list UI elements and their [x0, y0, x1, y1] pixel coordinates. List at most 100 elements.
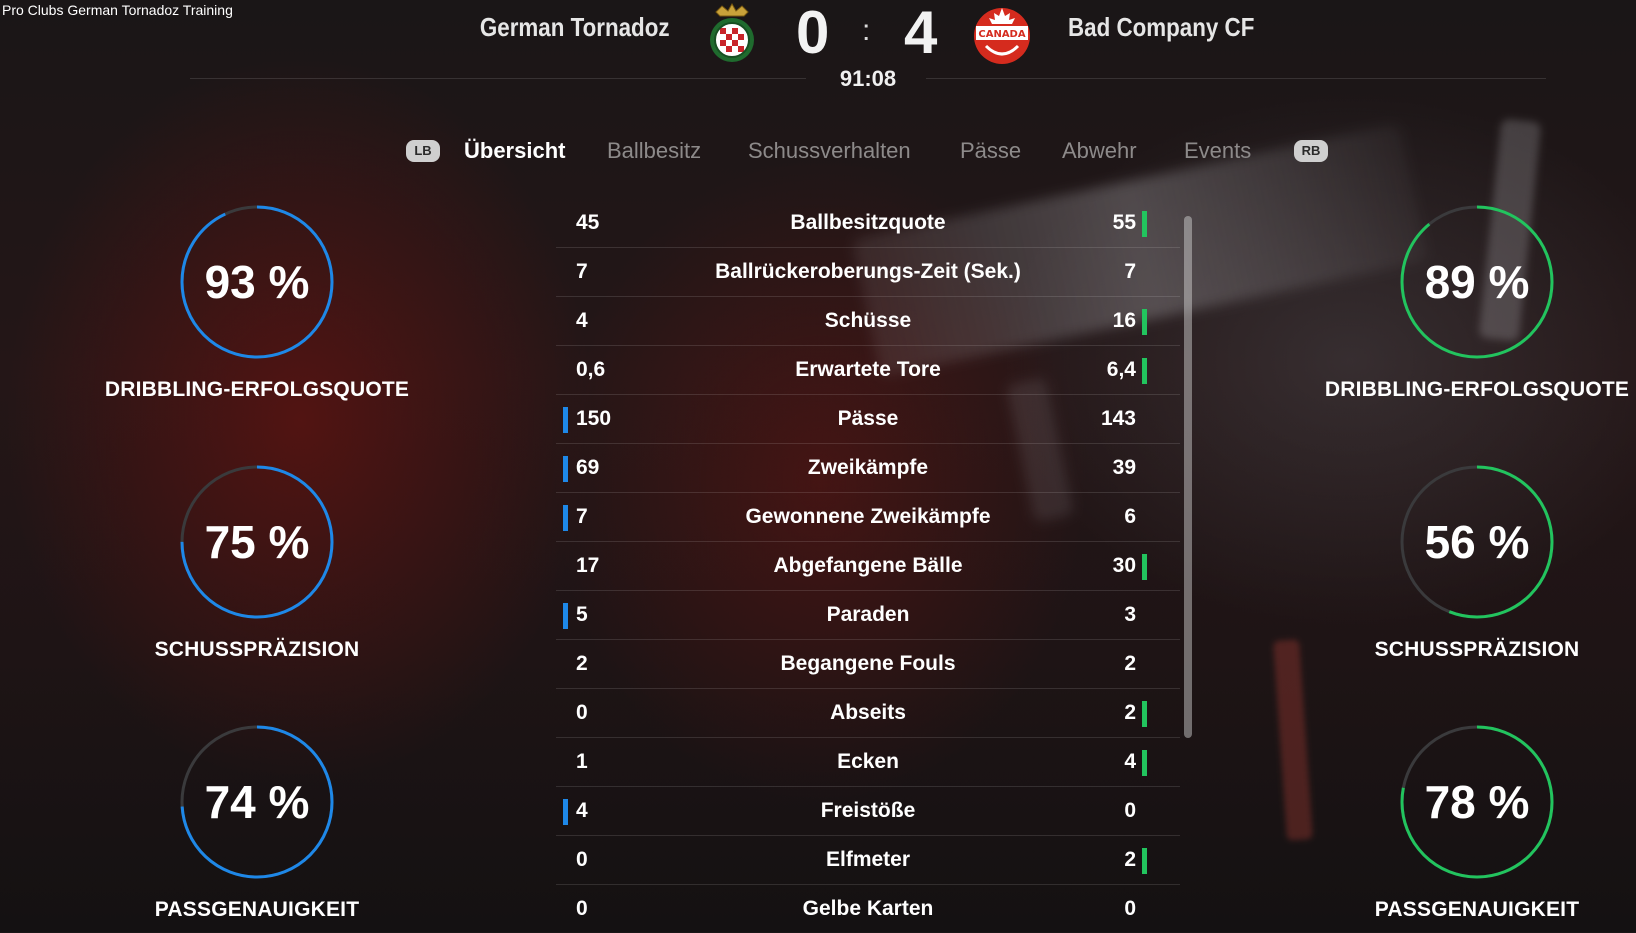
tab-paesse[interactable]: Pässe	[960, 138, 1021, 164]
match-clock: 91:08	[839, 66, 897, 91]
stat-away-value: 143	[1100, 407, 1136, 430]
home-leader-marker	[563, 407, 568, 433]
stat-label: Abseits	[830, 701, 906, 724]
home-shot-accuracy-value: 75 %	[204, 516, 310, 568]
stat-label: Ballrückeroberungs-Zeit (Sek.)	[715, 260, 1021, 283]
stat-label: Pässe	[837, 407, 899, 430]
away-leader-marker	[1142, 554, 1147, 580]
window-title: Pro Clubs German Tornadoz Training	[2, 2, 233, 18]
stat-row-gewonnene-zweikaempfe: 7 Gewonnene Zweikämpfe 6	[556, 493, 1180, 542]
away-team-name: Bad Company CF	[1068, 12, 1255, 42]
away-leader-marker	[1142, 211, 1147, 237]
tab-schussverhalten[interactable]: Schussverhalten	[748, 138, 911, 164]
away-pass-accuracy-value: 78 %	[1424, 776, 1530, 828]
away-pass-accuracy-stat: 78 % PASSGENAUIGKEIT	[1297, 722, 1636, 922]
stat-away-value: 4	[1124, 750, 1136, 773]
away-dribbling-stat: 89 % DRIBBLING-ERFOLGSQUOTE	[1297, 202, 1636, 402]
stat-row-ecken: 1 Ecken 4	[556, 738, 1180, 787]
home-team-name: German Tornadoz	[480, 12, 670, 42]
away-score: 4	[904, 0, 938, 66]
home-dribbling-label: DRIBBLING-ERFOLGSQUOTE	[104, 378, 410, 401]
stats-scrollbar[interactable]	[1184, 216, 1192, 738]
home-pass-accuracy-value: 74 %	[204, 776, 310, 828]
stat-row-zweikaempfe: 69 Zweikämpfe 39	[556, 444, 1180, 493]
stat-row-abgefangene-baelle: 17 Abgefangene Bälle 30	[556, 542, 1180, 591]
away-dribbling-value: 89 %	[1424, 256, 1530, 308]
tab-ballbesitz[interactable]: Ballbesitz	[607, 138, 701, 164]
stat-home-value: 17	[576, 554, 600, 577]
away-shot-accuracy-label: SCHUSSPRÄZISION	[1374, 638, 1580, 661]
stat-label: Gelbe Karten	[802, 897, 934, 920]
stat-row-freistoesse: 4 Freistöße 0	[556, 787, 1180, 836]
stat-home-value: 0	[576, 897, 588, 920]
tab-abwehr[interactable]: Abwehr	[1062, 138, 1137, 164]
stat-label: Ecken	[837, 750, 899, 773]
away-team-crest: CANADA	[974, 8, 1030, 64]
stat-away-value: 30	[1112, 554, 1136, 577]
stat-home-value: 7	[576, 505, 588, 528]
match-stats-list[interactable]: 45 Ballbesitzquote 55 7 Ballrückeroberungs-…	[556, 199, 1180, 933]
lb-button-icon[interactable]: LB	[406, 140, 440, 162]
home-leader-marker	[563, 799, 568, 825]
stat-away-value: 6,4	[1106, 358, 1136, 381]
score-separator: :	[862, 14, 871, 47]
stat-home-value: 45	[576, 211, 600, 234]
stat-away-value: 2	[1124, 701, 1136, 724]
stat-label: Gewonnene Zweikämpfe	[745, 505, 991, 528]
stat-row-erwartete-tore: 0,6 Erwartete Tore 6,4	[556, 346, 1180, 395]
stat-label: Paraden	[826, 603, 910, 626]
stat-home-value: 1	[576, 750, 588, 773]
stat-home-value: 0	[576, 701, 588, 724]
stat-label: Zweikämpfe	[807, 456, 929, 479]
home-score: 0	[796, 0, 830, 66]
stat-row-paesse: 150 Pässe 143	[556, 395, 1180, 444]
home-dribbling-stat: 93 % DRIBBLING-ERFOLGSQUOTE	[77, 202, 437, 402]
header-divider-right	[926, 78, 1546, 79]
stat-home-value: 4	[576, 799, 588, 822]
away-leader-marker	[1142, 701, 1147, 727]
stat-row-schuesse: 4 Schüsse 16	[556, 297, 1180, 346]
stat-home-value: 7	[576, 260, 588, 283]
stat-label: Freistöße	[820, 799, 916, 822]
tab-uebersicht[interactable]: Übersicht	[464, 138, 565, 164]
home-shot-accuracy-stat: 75 % SCHUSSPRÄZISION	[77, 462, 437, 662]
stat-away-value: 2	[1124, 652, 1136, 675]
stat-home-value: 0	[576, 848, 588, 871]
home-pass-accuracy-label: PASSGENAUIGKEIT	[154, 898, 360, 921]
stat-away-value: 16	[1112, 309, 1136, 332]
stats-tab-bar: LB Übersicht Ballbesitz Schussverhalten …	[0, 132, 1636, 172]
stat-home-value: 69	[576, 456, 600, 479]
stat-home-value: 2	[576, 652, 588, 675]
stat-label: Begangene Fouls	[780, 652, 956, 675]
tab-events[interactable]: Events	[1184, 138, 1251, 164]
stat-label: Erwartete Tore	[795, 358, 941, 381]
stat-away-value: 3	[1124, 603, 1136, 626]
rb-button-icon[interactable]: RB	[1294, 140, 1328, 162]
away-leader-marker	[1142, 309, 1147, 335]
stat-home-value: 150	[576, 407, 612, 430]
stat-label: Ballbesitzquote	[790, 211, 946, 234]
stat-away-value: 6	[1124, 505, 1136, 528]
away-leader-marker	[1142, 848, 1147, 874]
away-crest-text: CANADA	[978, 29, 1025, 40]
stat-row-begangene-fouls: 2 Begangene Fouls 2	[556, 640, 1180, 689]
away-pass-accuracy-label: PASSGENAUIGKEIT	[1374, 898, 1580, 921]
stat-away-value: 0	[1124, 799, 1136, 822]
stat-home-value: 4	[576, 309, 588, 332]
stat-home-value: 5	[576, 603, 588, 626]
stat-row-elfmeter: 0 Elfmeter 2	[556, 836, 1180, 885]
home-shot-accuracy-label: SCHUSSPRÄZISION	[154, 638, 360, 661]
stat-away-value: 7	[1124, 260, 1136, 283]
stat-row-ballbesitzquote: 45 Ballbesitzquote 55	[556, 199, 1180, 248]
home-leader-marker	[563, 505, 568, 531]
stat-row-abseits: 0 Abseits 2	[556, 689, 1180, 738]
header-divider-left	[190, 78, 806, 79]
stat-away-value: 55	[1112, 211, 1136, 234]
stat-label: Schüsse	[824, 309, 912, 332]
stat-away-value: 2	[1124, 848, 1136, 871]
away-leader-marker	[1142, 750, 1147, 776]
home-dribbling-value: 93 %	[204, 256, 310, 308]
away-leader-marker	[1142, 358, 1147, 384]
stat-home-value: 0,6	[576, 358, 606, 381]
home-leader-marker	[563, 456, 568, 482]
